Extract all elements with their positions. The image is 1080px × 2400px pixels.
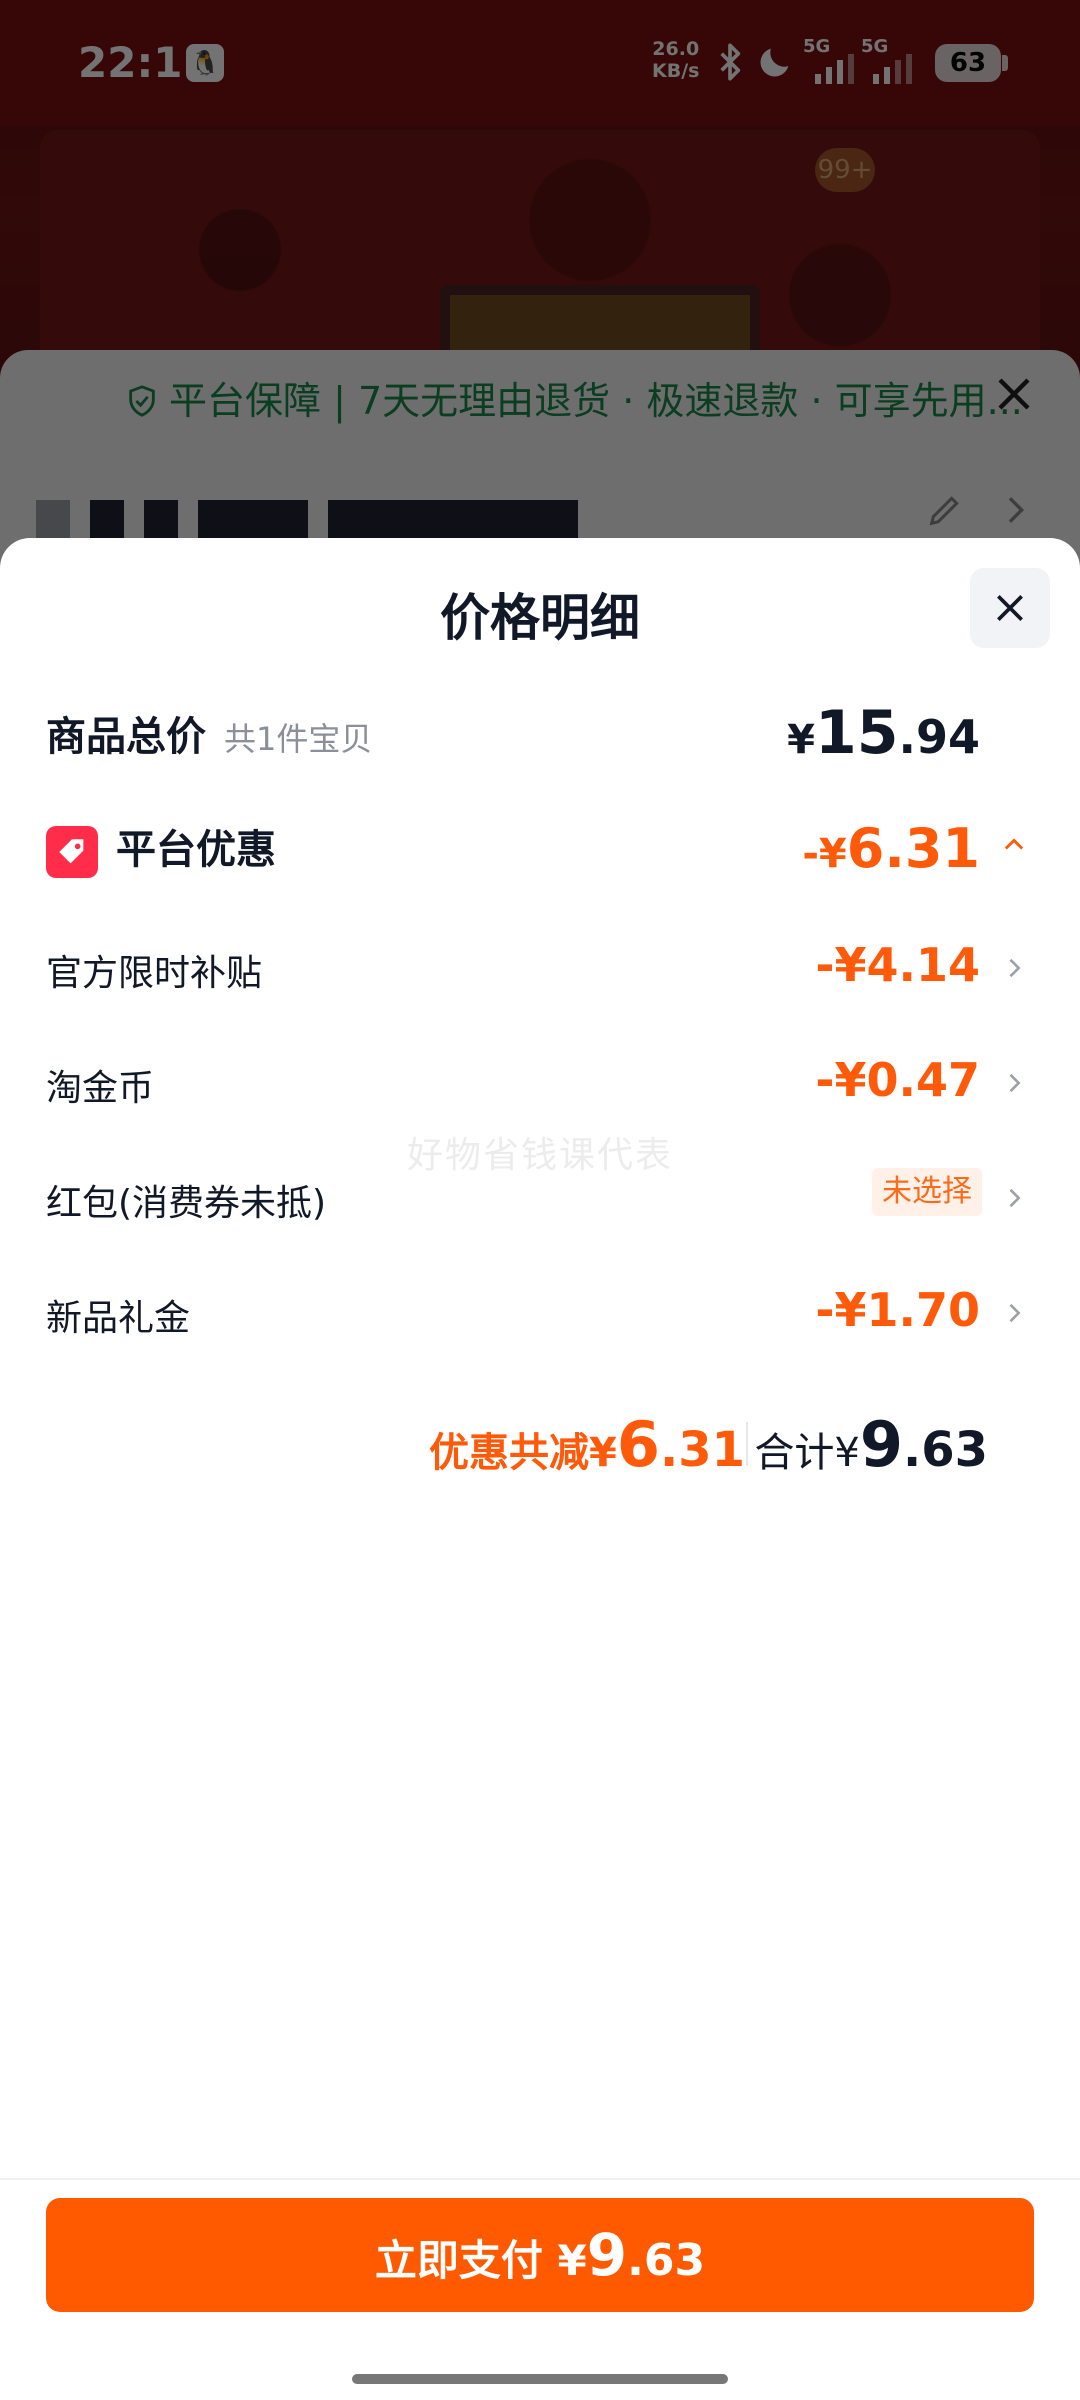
grand-total-dec: .63 (902, 1422, 988, 1478)
summary-divider (746, 1422, 748, 1466)
pay-now-label: 立即支付 ¥ (374, 2236, 587, 2285)
pay-now-dec: .63 (627, 2235, 706, 2286)
total-discount: 优惠共减¥6.31 (429, 1408, 745, 1481)
discount-item-amount: -¥1.70 (815, 1283, 980, 1337)
total-price-dec: .94 (898, 710, 981, 764)
item-count-label: 共1件宝贝 (224, 720, 373, 758)
close-button[interactable] (970, 568, 1050, 648)
price-detail-sheet: 价格明细 商品总价 共1件宝贝 ¥15.94 平台优惠 -¥6.31 官方限时补贴… (0, 538, 1080, 2400)
red-packet-row[interactable]: 红包(消费券未抵) 未选择 (0, 1168, 1080, 1228)
network-speed-unit: KB/s (652, 60, 700, 82)
chevron-right-icon[interactable] (1000, 1184, 1028, 1212)
platform-discount-row[interactable]: 平台优惠 -¥6.31 (0, 813, 1080, 883)
chevron-right-icon[interactable] (1000, 1069, 1028, 1097)
discount-item-label: 淘金币 (46, 1068, 155, 1109)
platform-guarantee-banner: 平台保障 | 7天无理由退货 · 极速退款 · 可享先用... (125, 370, 1023, 425)
cart-count-badge: 99+ (815, 148, 875, 192)
discount-item-amount: -¥0.47 (815, 1053, 980, 1107)
pay-now-button[interactable]: 立即支付 ¥9.63 (46, 2198, 1034, 2312)
grand-total-int: 9 (859, 1408, 903, 1481)
edit-pencil-icon[interactable] (925, 490, 965, 530)
not-selected-badge: 未选择 (872, 1168, 982, 1216)
discount-item-label: 官方限时补贴 (46, 953, 263, 994)
currency-symbol: ¥ (787, 717, 815, 763)
grand-total: 合计¥9.63 (754, 1408, 988, 1481)
do-not-disturb-moon-icon (760, 48, 789, 77)
pay-now-int: 9 (586, 2221, 628, 2289)
qq-notification-icon: 🐧 (186, 44, 224, 82)
sheet-title: 价格明细 (440, 589, 640, 647)
red-packet-label: 红包(消费券未抵) (46, 1183, 327, 1224)
chevron-right-icon[interactable] (995, 490, 1035, 530)
total-price-row: 商品总价 共1件宝贝 ¥15.94 (0, 698, 1080, 768)
signal-2-icon: 5G (861, 36, 933, 88)
guarantee-text: 平台保障 | 7天无理由退货 · 极速退款 · 可享先用... (169, 379, 1023, 423)
home-indicator[interactable] (352, 2374, 728, 2384)
platform-discount-amount: 6.31 (846, 817, 980, 880)
chevron-up-icon[interactable] (1000, 831, 1028, 859)
total-price-int: 15 (815, 698, 899, 768)
close-icon (997, 595, 1023, 621)
chevron-right-icon[interactable] (1000, 954, 1028, 982)
platform-discount-title: 平台优惠 (116, 827, 276, 873)
discount-item-row[interactable]: 淘金币 -¥0.47 (0, 1053, 1080, 1113)
bluetooth-icon (720, 43, 741, 81)
total-price-title: 商品总价 (46, 714, 206, 760)
status-bar: 22:11 🐧 26.0 KB/s 5G 5G 63 (0, 0, 1080, 126)
close-icon[interactable] (990, 370, 1038, 418)
platform-discount-value: -¥6.31 (802, 817, 980, 880)
discount-item-label: 新品礼金 (46, 1298, 191, 1339)
total-price-value: ¥15.94 (787, 698, 980, 768)
discount-tag-icon (46, 826, 98, 878)
discount-item-row[interactable]: 新品礼金 -¥1.70 (0, 1283, 1080, 1343)
battery-icon: 63 (935, 44, 1001, 82)
total-discount-dec: .31 (659, 1422, 745, 1478)
shield-check-icon (129, 385, 155, 417)
battery-tip (1002, 55, 1008, 71)
total-discount-int: 6 (616, 1408, 660, 1481)
footer-divider (0, 2178, 1080, 2180)
total-discount-label: 优惠共减¥ (428, 1430, 617, 1476)
chevron-right-icon[interactable] (1000, 1299, 1028, 1327)
discount-item-row[interactable]: 官方限时补贴 -¥4.14 (0, 938, 1080, 998)
discount-item-amount: -¥4.14 (815, 938, 980, 992)
grand-total-label: 合计¥ (754, 1430, 860, 1476)
platform-discount-label: 平台优惠 (46, 817, 276, 878)
network-speed: 26.0 KB/s (652, 38, 699, 82)
network-speed-value: 26.0 (652, 38, 700, 60)
price-summary: 优惠共减¥6.31 合计¥9.63 (0, 1408, 1080, 1488)
total-price-label: 商品总价 共1件宝贝 (46, 704, 372, 762)
platform-discount-prefix: -¥ (802, 831, 847, 877)
